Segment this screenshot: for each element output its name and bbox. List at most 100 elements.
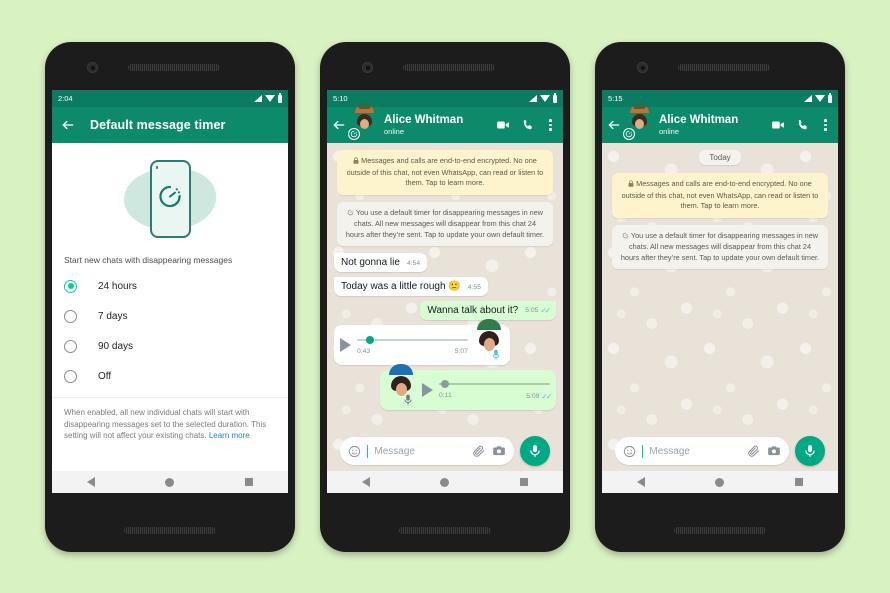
voice-message-incoming[interactable]: 0:43 5:07 [334, 319, 510, 365]
message-input-pill[interactable]: Message [340, 437, 514, 465]
home-nav-button[interactable] [440, 477, 450, 487]
bottom-speaker-1 [124, 527, 216, 534]
bottom-speaker-2 [399, 527, 491, 534]
message-row: Today was a little rough 🙂 4:55 [334, 277, 556, 296]
microphone-button[interactable] [795, 436, 825, 466]
default-timer-notice[interactable]: You use a default timer for disappearing… [612, 224, 828, 269]
wifi-icon [540, 95, 550, 102]
e2e-encryption-notice[interactable]: Messages and calls are end-to-end encryp… [612, 173, 828, 218]
disappearing-timer-badge-icon [348, 127, 360, 140]
contact-name: Alice Whitman [659, 113, 739, 126]
search-input-placeholder[interactable]: Message [649, 446, 741, 457]
video-call-icon[interactable] [496, 118, 510, 132]
timer-notice-text: You use a default timer for disappearing… [345, 207, 545, 239]
chat-message-list[interactable]: Messages and calls are end-to-end encryp… [327, 143, 563, 471]
chat-actions [496, 117, 557, 133]
option-off[interactable]: Off [52, 361, 288, 391]
option-24-hours[interactable]: 24 hours [52, 271, 288, 301]
attachment-icon[interactable] [472, 444, 486, 458]
e2e-text: Messages and calls are end-to-end encryp… [346, 156, 544, 187]
play-icon[interactable] [422, 383, 433, 397]
chat-message-list[interactable]: Today Messages and calls are end-to-end … [602, 143, 838, 471]
timer-icon [157, 184, 183, 215]
settings-app-bar: Default message timer [52, 107, 288, 143]
back-nav-button[interactable] [362, 477, 371, 487]
voice-call-icon[interactable] [796, 118, 810, 132]
status-icons [804, 93, 832, 103]
avatar[interactable] [623, 102, 652, 140]
voice-progress[interactable]: 0:11 5:09 ✓✓ [439, 379, 552, 401]
camera-icon[interactable] [492, 444, 506, 458]
message-row: Wanna talk about it? 5:05 ✓✓ [334, 301, 556, 320]
settings-body: Start new chats with disappearing messag… [52, 143, 288, 471]
recents-nav-button[interactable] [519, 478, 528, 486]
front-camera-icon [362, 62, 373, 73]
day-divider-chip: Today [699, 150, 741, 165]
message-row: Not gonna lie 4:54 [334, 253, 556, 272]
radio-off[interactable] [64, 369, 77, 383]
signal-icon [804, 95, 812, 102]
voice-track[interactable] [439, 379, 550, 389]
radio-90-days[interactable] [64, 339, 77, 353]
e2e-text: Messages and calls are end-to-end encryp… [621, 179, 819, 210]
recents-nav-button[interactable] [794, 478, 803, 486]
emoji-icon[interactable] [623, 445, 636, 458]
message-input-pill[interactable]: Message [615, 437, 789, 465]
home-nav-button[interactable] [165, 477, 175, 487]
default-timer-notice[interactable]: You use a default timer for disappearing… [337, 201, 553, 246]
back-nav-button[interactable] [637, 477, 646, 487]
chat-bubble-outgoing[interactable]: Wanna talk about it? 5:05 ✓✓ [420, 301, 556, 320]
recents-nav-button[interactable] [244, 478, 253, 486]
signal-icon [529, 95, 537, 102]
microphone-button[interactable] [520, 436, 550, 466]
overflow-menu-icon[interactable] [546, 117, 555, 133]
voice-times: 0:11 5:09 ✓✓ [439, 392, 552, 401]
chat-bubble-incoming[interactable]: Not gonna lie 4:54 [334, 253, 428, 272]
learn-more-link[interactable]: Learn more [209, 431, 250, 440]
e2e-encryption-notice[interactable]: Messages and calls are end-to-end encryp… [337, 150, 553, 195]
phone1-top-bezel [45, 42, 295, 90]
chat-bubble-incoming[interactable]: Today was a little rough 🙂 4:55 [334, 277, 488, 296]
back-arrow-icon[interactable] [60, 117, 76, 133]
back-arrow-icon[interactable] [606, 117, 622, 133]
signal-icon [254, 95, 262, 102]
radio-24-hours[interactable] [64, 279, 77, 293]
phone-timer-illustration [52, 149, 288, 249]
camera-icon[interactable] [767, 444, 781, 458]
voice-message-outgoing[interactable]: 0:11 5:09 ✓✓ [380, 364, 556, 410]
bottom-speaker-3 [674, 527, 766, 534]
voice-sender-avatar [386, 364, 416, 405]
option-90-days[interactable]: 90 days [52, 331, 288, 361]
video-call-icon[interactable] [771, 118, 785, 132]
radio-7-days[interactable] [64, 309, 77, 323]
search-input-placeholder[interactable]: Message [374, 446, 466, 457]
read-receipt-icon: ✓✓ [540, 306, 550, 315]
status-icons [529, 93, 557, 103]
overflow-menu-icon[interactable] [821, 117, 830, 133]
avatar[interactable] [348, 102, 377, 140]
option-7-days[interactable]: 7 days [52, 301, 288, 331]
home-nav-button[interactable] [715, 477, 725, 487]
front-camera-icon [87, 62, 98, 73]
message-time: 4:54 [406, 260, 421, 267]
message-text: Today was a little rough 🙂 [341, 281, 461, 292]
phone2-top-bezel [320, 42, 570, 90]
message-meta: 4:55 [468, 284, 481, 292]
message-text: Wanna talk about it? [427, 305, 519, 316]
attachment-icon[interactable] [747, 444, 761, 458]
voice-progress[interactable]: 0:43 5:07 [357, 335, 468, 355]
back-arrow-icon[interactable] [331, 117, 347, 133]
voice-track[interactable] [357, 335, 468, 345]
message-meta: 5:05 ✓✓ [525, 306, 551, 316]
back-nav-button[interactable] [87, 477, 96, 487]
emoji-icon[interactable] [348, 445, 361, 458]
battery-icon [553, 93, 557, 103]
lock-icon [353, 157, 359, 168]
option-label: 90 days [98, 340, 134, 352]
front-camera-icon [637, 62, 648, 73]
chat-identity[interactable]: Alice Whitman online [384, 114, 496, 137]
voice-call-icon[interactable] [521, 118, 535, 132]
message-time: 5:05 [525, 307, 539, 314]
chat-identity[interactable]: Alice Whitman online [659, 114, 771, 137]
play-icon[interactable] [340, 338, 351, 352]
